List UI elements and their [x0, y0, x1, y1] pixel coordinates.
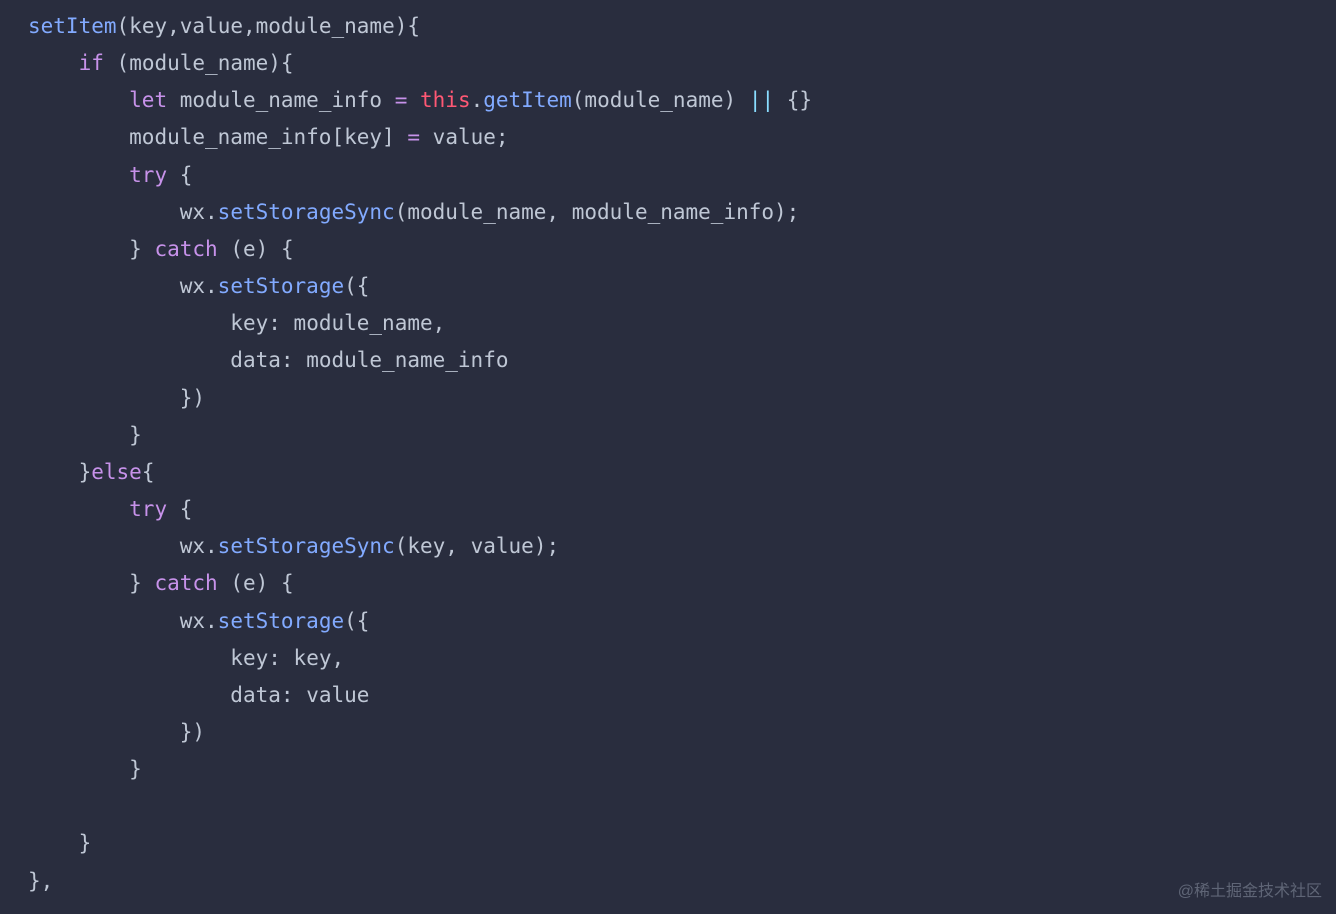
code-line: data: module_name_info	[28, 342, 1336, 379]
code-line: })	[28, 714, 1336, 751]
code-line: wx.setStorageSync(key, value);	[28, 528, 1336, 565]
code-line: key: module_name,	[28, 305, 1336, 342]
code-line: try {	[28, 157, 1336, 194]
code-line: }	[28, 825, 1336, 862]
code-line: }	[28, 751, 1336, 788]
code-line: wx.setStorage({	[28, 268, 1336, 305]
code-line: wx.setStorageSync(module_name, module_na…	[28, 194, 1336, 231]
code-line: })	[28, 380, 1336, 417]
code-line: if (module_name){	[28, 45, 1336, 82]
code-line: }	[28, 417, 1336, 454]
code-line: } catch (e) {	[28, 231, 1336, 268]
code-line: } catch (e) {	[28, 565, 1336, 602]
code-block: setItem(key,value,module_name){ if (modu…	[0, 0, 1336, 908]
code-line: wx.setStorage({	[28, 603, 1336, 640]
code-line: module_name_info[key] = value;	[28, 119, 1336, 156]
code-line: key: key,	[28, 640, 1336, 677]
code-line: try {	[28, 491, 1336, 528]
code-line: },	[28, 863, 1336, 900]
code-line: let module_name_info = this.getItem(modu…	[28, 82, 1336, 119]
code-line: }else{	[28, 454, 1336, 491]
code-line: setItem(key,value,module_name){	[28, 8, 1336, 45]
code-line	[28, 788, 1336, 825]
watermark: @稀土掘金技术社区	[1178, 878, 1322, 906]
code-line: data: value	[28, 677, 1336, 714]
function-name: setItem	[28, 14, 117, 38]
